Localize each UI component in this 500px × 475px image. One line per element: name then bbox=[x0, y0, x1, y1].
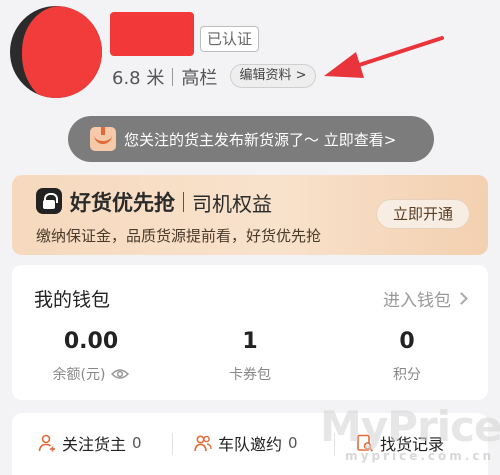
truck-info-divider bbox=[172, 68, 174, 86]
points-label: 积分 bbox=[393, 367, 421, 383]
coupon-stat[interactable]: 1 卡券包 bbox=[175, 329, 325, 384]
coupon-label-row: 卡券包 bbox=[175, 364, 325, 384]
fleet-invite-label: 车队邀约 bbox=[218, 435, 283, 454]
eye-icon[interactable] bbox=[111, 368, 130, 380]
person-add-icon bbox=[38, 434, 56, 452]
chevron-right-icon bbox=[455, 292, 468, 305]
quick-links-strip: 关注货主 0 车队邀约 0 找货记录 bbox=[12, 413, 488, 475]
followed-shippers-count: 0 bbox=[132, 434, 142, 452]
document-search-icon bbox=[356, 434, 374, 452]
banner-description: 缴纳保证金，品质货源提前看，好货优先抢 bbox=[36, 227, 322, 245]
fleet-invite-link[interactable]: 车队邀约 0 bbox=[194, 431, 298, 455]
strip-divider bbox=[172, 433, 173, 455]
banner-brand-name: 好货优先抢 bbox=[70, 191, 175, 215]
avatar[interactable] bbox=[10, 6, 102, 98]
balance-label-row: 余额(元) bbox=[16, 364, 166, 384]
fleet-invite-count: 0 bbox=[288, 434, 298, 452]
wallet-title: 我的钱包 bbox=[34, 289, 111, 311]
open-now-button[interactable]: 立即开通 bbox=[376, 199, 470, 229]
points-value: 0 bbox=[399, 329, 415, 354]
coupon-value: 1 bbox=[242, 329, 258, 354]
verified-badge: 已认证 bbox=[200, 26, 260, 52]
enter-wallet-link[interactable]: 进入钱包 bbox=[383, 286, 468, 311]
balance-stat[interactable]: 0.00 余额(元) bbox=[16, 329, 166, 384]
annotation-arrow-icon bbox=[324, 36, 444, 78]
truck-type: 高栏 bbox=[181, 68, 218, 89]
search-history-label: 找货记录 bbox=[380, 435, 445, 454]
strip-divider bbox=[334, 433, 335, 455]
wallet-card: 我的钱包 进入钱包 0.00 余额(元) 1 卡券包 0 积分 bbox=[12, 265, 488, 400]
balance-label: 余额(元) bbox=[52, 367, 106, 383]
notice-text: 您关注的货主发布新货源了～ 立即查看> bbox=[124, 130, 397, 149]
group-icon bbox=[194, 434, 212, 452]
followed-shippers-label: 关注货主 bbox=[62, 435, 127, 454]
search-history-link[interactable]: 找货记录 bbox=[356, 431, 444, 455]
new-cargo-notice[interactable]: 您关注的货主发布新货源了～ 立即查看> bbox=[68, 116, 434, 162]
balance-value: 0.00 bbox=[63, 329, 119, 354]
truck-length: 6.8 米 bbox=[112, 68, 165, 89]
username-redaction bbox=[110, 12, 194, 56]
lock-icon bbox=[36, 188, 62, 214]
enter-wallet-label: 进入钱包 bbox=[383, 291, 451, 311]
banner-rights: 司机权益 bbox=[192, 191, 272, 216]
cargo-box-icon bbox=[90, 127, 116, 151]
followed-shippers-link[interactable]: 关注货主 0 bbox=[38, 431, 142, 455]
points-stat[interactable]: 0 积分 bbox=[332, 329, 482, 384]
edit-profile-button[interactable]: 编辑资料 > bbox=[230, 64, 316, 88]
truck-info: 6.8 米 高栏 bbox=[112, 64, 217, 90]
coupon-label: 卡券包 bbox=[229, 367, 271, 383]
banner-brand: 好货优先抢 司机权益 bbox=[70, 187, 272, 217]
profile-header: 已认证 6.8 米 高栏 编辑资料 > bbox=[0, 0, 500, 112]
driver-privilege-banner[interactable]: 好货优先抢 司机权益 缴纳保证金，品质货源提前看，好货优先抢 立即开通 bbox=[12, 175, 488, 255]
avatar-redaction bbox=[22, 6, 102, 98]
banner-divider bbox=[183, 192, 184, 212]
points-label-row: 积分 bbox=[332, 364, 482, 384]
